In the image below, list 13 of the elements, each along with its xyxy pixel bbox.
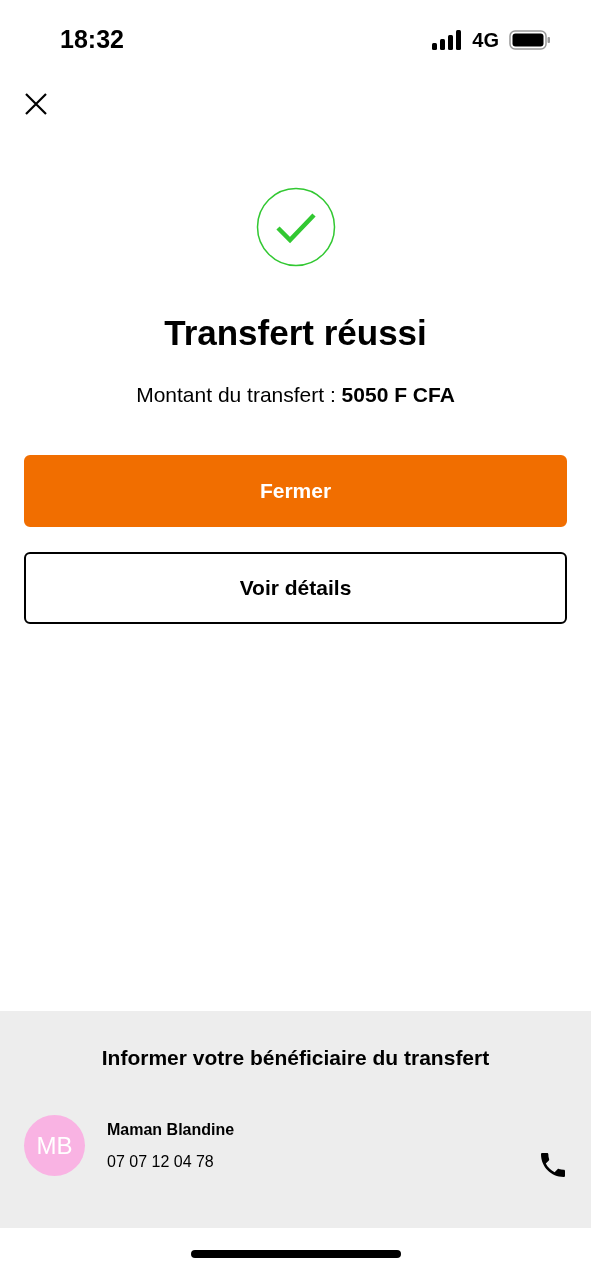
details-button[interactable]: Voir détails [24,551,567,624]
success-title: Transfert réussi [163,313,428,353]
inform-title: Informer votre bénéficiaire du transfert [100,1045,491,1071]
signal-icon [432,30,463,50]
battery-icon [509,30,551,50]
contact-name: Maman Blandine [107,1119,236,1140]
contact-phone: 07 07 12 04 78 [107,1151,215,1172]
success-check-icon [255,187,336,267]
status-time: 18:32 [60,24,124,56]
network-label: 4G [472,28,499,53]
contact-avatar: MB [24,1115,85,1176]
transfer-amount: Montant du transfert : 5050 F CFA [135,382,456,408]
close-icon [24,92,48,116]
